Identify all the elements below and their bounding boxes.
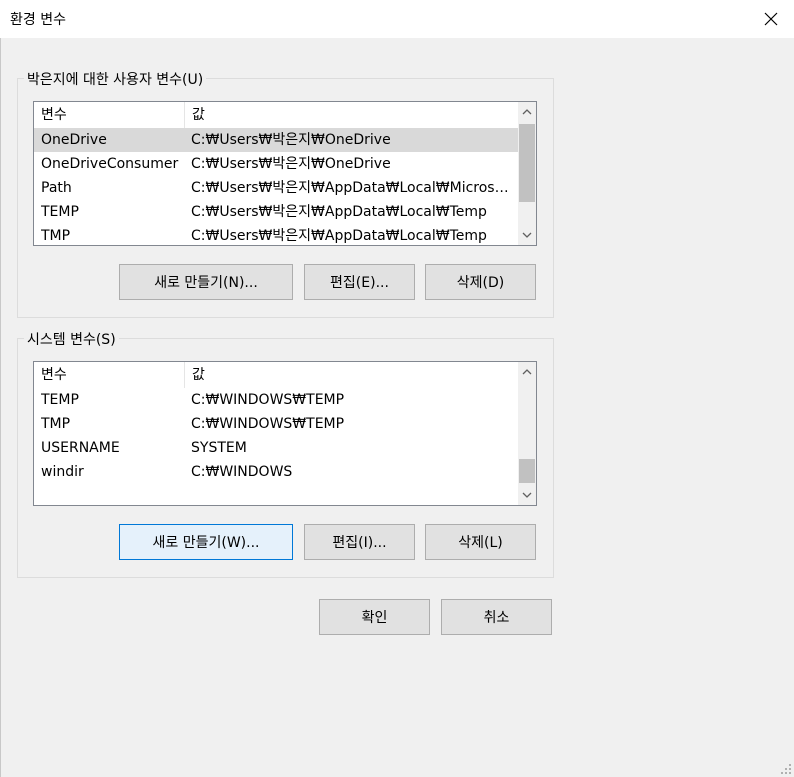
list-item[interactable]: TEMP C:₩WINDOWS₩TEMP [34,388,518,412]
variable-name: OneDriveConsumer [41,156,179,172]
scroll-down-button[interactable] [518,225,536,245]
system-variables-list[interactable]: 변수 값 TEMP C:₩WINDOWS₩TEMP TMP C:₩WINDOWS₩TE… [33,361,537,506]
window-left-edge [0,38,1,777]
scroll-up-button[interactable] [518,362,536,382]
list-item[interactable]: OneDrive C:₩Users₩박은지₩OneDrive [34,128,518,152]
list-item[interactable]: TEMP C:₩Users₩박은지₩AppData₩Local₩Temp [34,200,518,224]
user-variables-list[interactable]: 변수 값 OneDrive C:₩Users₩박은지₩OneDrive OneDri… [33,101,537,246]
variable-value: C:₩Users₩박은지₩AppData₩Local₩Temp [191,204,487,220]
user-list-scrollbar[interactable] [518,102,536,245]
column-header-variable[interactable]: 변수 [34,102,185,128]
system-edit-button[interactable]: 편집(I)... [304,524,415,560]
chevron-down-icon [522,232,532,238]
variable-name: TMP [41,228,71,244]
scroll-thumb[interactable] [519,459,535,483]
variable-value: C:₩WINDOWS₩TEMP [191,416,345,432]
resize-grip-icon[interactable] [780,763,792,775]
variable-value: C:₩Users₩박은지₩AppData₩Local₩Temp [191,228,487,244]
title-bar: 환경 변수 [0,0,794,38]
scroll-thumb[interactable] [519,124,535,202]
list-item[interactable]: Path C:₩Users₩박은지₩AppData₩Local₩Microsoft… [34,176,518,200]
close-button[interactable] [748,0,794,38]
variable-value: C:₩Users₩박은지₩OneDrive [191,132,391,148]
ok-button[interactable]: 확인 [319,599,430,635]
variable-name: OneDrive [41,132,107,148]
system-delete-button[interactable]: 삭제(L) [425,524,536,560]
column-header-value[interactable]: 값 [185,362,522,388]
variable-name: Path [41,180,72,196]
column-header-value[interactable]: 값 [185,102,522,128]
variable-value: C:₩Users₩박은지₩AppData₩Local₩Microsoft... [191,180,511,196]
variable-value: C:₩WINDOWS [191,464,293,480]
chevron-down-icon [522,492,532,498]
user-new-button[interactable]: 새로 만들기(N)... [119,264,293,300]
list-item[interactable]: TMP C:₩WINDOWS₩TEMP [34,412,518,436]
list-item[interactable]: TMP C:₩Users₩박은지₩AppData₩Local₩Temp [34,224,518,245]
scroll-down-button[interactable] [518,485,536,505]
variable-name: TEMP [41,204,79,220]
column-header-variable[interactable]: 변수 [34,362,185,388]
chevron-up-icon [522,109,532,115]
user-variables-group-label: 박은지에 대한 사용자 변수(U) [24,69,207,89]
list-item[interactable]: windir C:₩WINDOWS [34,460,518,484]
variable-value: C:₩WINDOWS₩TEMP [191,392,345,408]
user-delete-button[interactable]: 삭제(D) [425,264,536,300]
user-edit-button[interactable]: 편집(E)... [304,264,415,300]
window-title: 환경 변수 [10,12,66,28]
user-list-rows: OneDrive C:₩Users₩박은지₩OneDrive OneDriveCon… [34,128,518,245]
system-list-rows: TEMP C:₩WINDOWS₩TEMP TMP C:₩WINDOWS₩TEMP USE… [34,388,518,484]
scroll-up-button[interactable] [518,102,536,122]
variable-value: C:₩Users₩박은지₩OneDrive [191,156,391,172]
chevron-up-icon [522,369,532,375]
system-new-button[interactable]: 새로 만들기(W)... [119,524,293,560]
system-variables-group-label: 시스템 변수(S) [24,329,119,349]
system-list-scrollbar[interactable] [518,362,536,505]
list-item[interactable]: OneDriveConsumer C:₩Users₩박은지₩OneDrive [34,152,518,176]
user-list-header: 변수 값 [34,102,518,128]
variable-name: windir [41,464,84,480]
cancel-button[interactable]: 취소 [441,599,552,635]
variable-name: TMP [41,416,71,432]
system-list-header: 변수 값 [34,362,518,388]
close-icon [764,12,778,26]
list-item[interactable]: USERNAME SYSTEM [34,436,518,460]
variable-value: SYSTEM [191,440,247,456]
variable-name: USERNAME [41,440,120,456]
variable-name: TEMP [41,392,79,408]
